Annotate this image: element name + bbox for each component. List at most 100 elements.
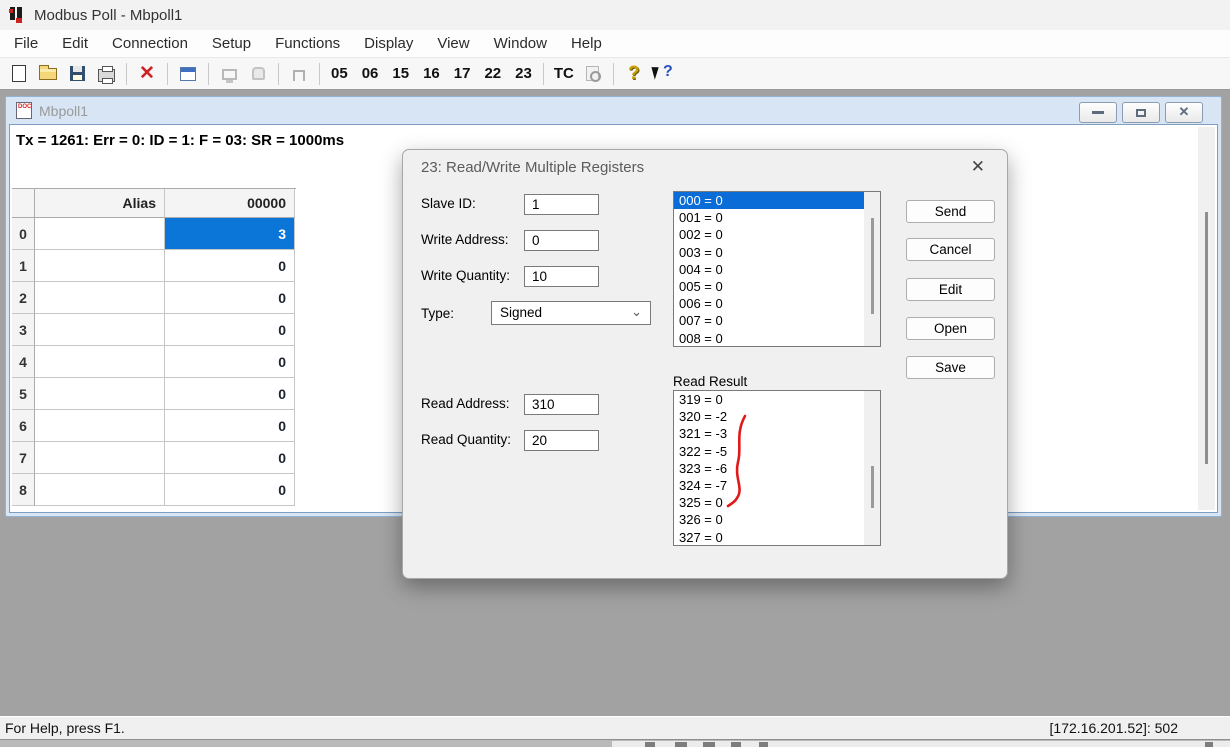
dialog-close-icon[interactable]: ✕ [971,157,985,177]
function-button-22[interactable]: 22 [480,63,505,84]
menu-item-window[interactable]: Window [482,32,559,55]
menu-item-setup[interactable]: Setup [200,32,263,55]
function-button-17[interactable]: 17 [450,63,475,84]
delete-button[interactable]: ✕ [134,62,160,86]
function-button-05[interactable]: 05 [327,63,352,84]
value-cell[interactable]: 0 [165,250,295,282]
read-result-item[interactable]: 325 = 0 [674,494,880,511]
row-header-7[interactable]: 7 [12,442,35,474]
grid-vertical-scrollbar[interactable] [1198,127,1215,510]
grid-header-alias[interactable]: Alias [35,189,165,218]
read-result-item[interactable]: 327 = 0 [674,529,880,546]
alias-cell[interactable] [35,442,165,474]
row-header-8[interactable]: 8 [12,474,35,506]
read-result-item[interactable]: 322 = -5 [674,443,880,460]
read-result-item[interactable]: 319 = 0 [674,391,880,408]
menu-item-connection[interactable]: Connection [100,32,200,55]
menu-item-functions[interactable]: Functions [263,32,352,55]
alias-cell[interactable] [35,282,165,314]
write-list-item[interactable]: 004 = 0 [674,261,880,278]
menu-item-view[interactable]: View [425,32,481,55]
write-list-item[interactable]: 002 = 0 [674,226,880,243]
value-cell[interactable]: 0 [165,442,295,474]
write-list-item[interactable]: 000 = 0 [674,192,880,209]
new-button[interactable] [6,62,32,86]
function-button-16[interactable]: 16 [419,63,444,84]
communication-button[interactable] [245,62,271,86]
print-button[interactable] [93,62,119,86]
row-header-5[interactable]: 5 [12,378,35,410]
write-address-field[interactable]: 0 [524,230,599,251]
row-header-6[interactable]: 6 [12,410,35,442]
row-header-0[interactable]: 0 [12,218,35,250]
alias-cell[interactable] [35,474,165,506]
document-titlebar[interactable]: DOC Mbpoll1 [10,97,1217,124]
read-result-listbox[interactable]: 319 = 0320 = -2321 = -3322 = -5323 = -63… [673,390,881,546]
write-list-scrollbar[interactable] [864,192,880,346]
read-result-item[interactable]: 320 = -2 [674,408,880,425]
alias-cell[interactable] [35,378,165,410]
type-dropdown[interactable]: Signed ⌄ [491,301,651,325]
value-cell[interactable]: 0 [165,282,295,314]
value-cell[interactable]: 3 [165,218,295,250]
value-cell[interactable]: 0 [165,378,295,410]
write-list-item[interactable]: 001 = 0 [674,209,880,226]
single-poll-button[interactable] [286,62,312,86]
function-button-15[interactable]: 15 [388,63,413,84]
setup-window-button[interactable] [175,62,201,86]
row-header-2[interactable]: 2 [12,282,35,314]
alias-cell[interactable] [35,250,165,282]
scrollbar-thumb[interactable] [1205,212,1208,464]
alias-cell[interactable] [35,218,165,250]
value-cell[interactable]: 0 [165,410,295,442]
write-quantity-field[interactable]: 10 [524,266,599,287]
row-header-1[interactable]: 1 [12,250,35,282]
menu-item-help[interactable]: Help [559,32,614,55]
context-help-button[interactable]: ? [650,62,676,86]
value-cell[interactable]: 0 [165,346,295,378]
restore-button[interactable] [1122,102,1160,123]
help-button[interactable]: ? [621,62,647,86]
read-address-field[interactable]: 310 [524,394,599,415]
read-result-item[interactable]: 323 = -6 [674,460,880,477]
menu-item-file[interactable]: File [2,32,50,55]
write-list-item[interactable]: 006 = 0 [674,295,880,312]
alias-cell[interactable] [35,410,165,442]
alias-cell[interactable] [35,346,165,378]
open-button[interactable]: Open [906,317,995,340]
slave-id-field[interactable]: 1 [524,194,599,215]
value-cell[interactable]: 0 [165,474,295,506]
read-result-item[interactable]: 326 = 0 [674,511,880,528]
close-button[interactable]: ✕ [1165,102,1203,123]
menu-item-display[interactable]: Display [352,32,425,55]
test-center-button[interactable]: TC [551,63,577,84]
write-list-item[interactable]: 003 = 0 [674,244,880,261]
save-button[interactable] [64,62,90,86]
write-list-item[interactable]: 007 = 0 [674,312,880,329]
cancel-button[interactable]: Cancel [906,238,995,261]
scrollbar-thumb[interactable] [871,218,874,314]
row-header-4[interactable]: 4 [12,346,35,378]
display-zoom-button[interactable] [580,62,606,86]
scrollbar-thumb[interactable] [871,466,874,508]
write-values-listbox[interactable]: 000 = 0001 = 0002 = 0003 = 0004 = 0005 =… [673,191,881,347]
alias-cell[interactable] [35,314,165,346]
row-header-3[interactable]: 3 [12,314,35,346]
grid-header-00000[interactable]: 00000 [165,189,295,218]
read-quantity-field[interactable]: 20 [524,430,599,451]
menu-item-edit[interactable]: Edit [50,32,100,55]
function-button-06[interactable]: 06 [358,63,383,84]
save-button[interactable]: Save [906,356,995,379]
send-button[interactable]: Send [906,200,995,223]
read-result-item[interactable]: 321 = -3 [674,425,880,442]
write-list-item[interactable]: 008 = 0 [674,330,880,347]
read-list-scrollbar[interactable] [864,391,880,545]
poll-definition-button[interactable] [216,62,242,86]
function-button-23[interactable]: 23 [511,63,536,84]
read-result-item[interactable]: 324 = -7 [674,477,880,494]
write-list-item[interactable]: 005 = 0 [674,278,880,295]
value-cell[interactable]: 0 [165,314,295,346]
edit-button[interactable]: Edit [906,278,995,301]
open-button[interactable] [35,62,61,86]
minimize-button[interactable] [1079,102,1117,123]
